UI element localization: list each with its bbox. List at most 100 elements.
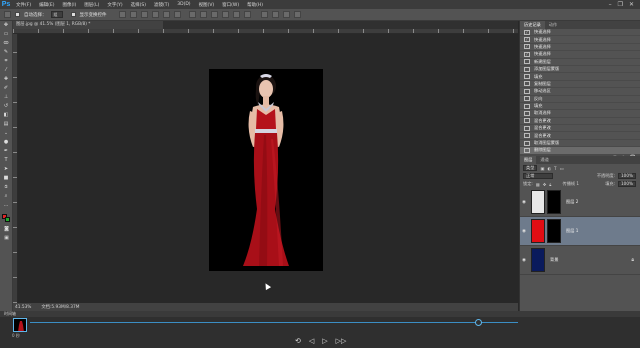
move-tool-icon[interactable]: ✥ (2, 21, 11, 29)
menu-layer[interactable]: 图层(L) (80, 2, 103, 8)
tab-channels[interactable]: 通道 (536, 156, 552, 164)
layer-thumbnail[interactable] (531, 248, 545, 272)
menu-file[interactable]: 文件(F) (12, 2, 35, 8)
marquee-tool-icon[interactable]: ▭ (2, 30, 11, 38)
align-center-icon[interactable] (162, 11, 170, 18)
menu-help[interactable]: 帮助(H) (243, 2, 267, 8)
propagate-label[interactable]: 传播帧 1 (563, 181, 580, 187)
kind-filter-dropdown[interactable]: 类型 (523, 165, 538, 171)
history-item[interactable]: 取消选择 (520, 110, 640, 118)
brush-tool-icon[interactable]: ✐ (2, 84, 11, 92)
healing-tool-icon[interactable]: ✚ (2, 75, 11, 83)
layer-mask-thumbnail[interactable] (547, 219, 561, 243)
history-item[interactable]: 填充 (520, 73, 640, 81)
dodge-tool-icon[interactable]: ● (2, 138, 11, 146)
menu-image[interactable]: 图像(I) (58, 2, 80, 8)
history-item[interactable]: / 快速选择 (520, 36, 640, 44)
filter-adjust-icon[interactable]: ◐ (547, 166, 551, 171)
document-tab[interactable]: 图层.jpg @ 41.5% (图层 1, RGB/8) * (13, 21, 163, 29)
quick-select-tool-icon[interactable]: ✎ (2, 48, 11, 56)
layer-name[interactable]: 图层 2 (566, 199, 578, 205)
layer-row[interactable]: ◉ 图层 1 (520, 217, 640, 246)
filter-pixel-icon[interactable]: ▣ (540, 166, 544, 171)
tab-layers[interactable]: 图层 (520, 156, 537, 164)
layer-row[interactable]: ◉ 图层 2 (520, 188, 640, 217)
restore-button[interactable]: ❐ (618, 1, 623, 8)
more-tools-icon[interactable]: … (2, 201, 11, 209)
timeline-zoom-handle[interactable] (475, 319, 482, 326)
show-transform-checkbox[interactable] (70, 12, 76, 17)
blur-tool-icon[interactable]: 💧︎ (2, 129, 11, 137)
distribute-right-icon[interactable] (243, 11, 251, 18)
lasso-tool-icon[interactable]: ꝏ (2, 39, 11, 47)
align-left-icon[interactable] (151, 11, 159, 18)
layer-thumbnail[interactable] (531, 190, 545, 214)
align-middle-icon[interactable] (129, 11, 137, 18)
eraser-tool-icon[interactable]: ◧ (2, 111, 11, 119)
tab-actions[interactable]: 动作 (545, 21, 561, 29)
quick-mask-icon[interactable]: ◙ (2, 225, 11, 233)
menu-window[interactable]: 窗口(W) (218, 2, 243, 8)
zoom-level[interactable]: 41.53% (15, 305, 31, 310)
background-color-swatch[interactable] (5, 217, 10, 222)
3d-rotate-icon[interactable] (271, 11, 279, 18)
close-button[interactable]: ✕ (629, 1, 634, 8)
eyedropper-tool-icon[interactable]: ⁄ (2, 66, 11, 74)
align-right-icon[interactable] (173, 11, 181, 18)
loop-icon[interactable]: ⟲ (295, 337, 301, 345)
distribute-bottom-icon[interactable] (210, 11, 218, 18)
visibility-eye-icon[interactable]: ◉ (520, 258, 528, 263)
type-tool-icon[interactable]: T (2, 156, 11, 164)
next-frame-icon[interactable]: ▷▷ (336, 337, 347, 345)
history-item[interactable]: 混合更改 (520, 125, 640, 133)
filter-type-icon[interactable]: T (554, 166, 557, 171)
layer-mask-thumbnail[interactable] (547, 190, 561, 214)
menu-3d[interactable]: 3D(D) (173, 2, 194, 7)
history-item[interactable]: 添加图层蒙版 (520, 66, 640, 74)
menu-filter[interactable]: 滤镜(T) (150, 2, 173, 8)
hand-tool-icon[interactable]: ✋︎ (2, 183, 11, 191)
visibility-eye-icon[interactable]: ◉ (520, 229, 528, 234)
menu-edit[interactable]: 编辑(E) (35, 2, 58, 8)
auto-select-dropdown[interactable]: 组 (50, 11, 63, 18)
history-brush-tool-icon[interactable]: ↺ (2, 102, 11, 110)
menu-view[interactable]: 视图(V) (195, 2, 219, 8)
shape-tool-icon[interactable]: ■ (2, 174, 11, 182)
tab-history[interactable]: 历史记录 (520, 21, 545, 29)
distribute-center-icon[interactable] (232, 11, 240, 18)
history-item[interactable]: / 快速选择 (520, 29, 640, 37)
frame-delay-label[interactable]: 0 秒 (12, 333, 20, 339)
distribute-left-icon[interactable] (221, 11, 229, 18)
layer-name[interactable]: 图层 1 (566, 228, 578, 234)
path-select-tool-icon[interactable]: ➤ (2, 165, 11, 173)
menu-select[interactable]: 选择(S) (127, 2, 150, 8)
align-top-icon[interactable] (118, 11, 126, 18)
3d-mode-icon[interactable] (260, 11, 268, 18)
history-item[interactable]: 新建图层 (520, 59, 640, 66)
screen-mode-icon[interactable]: ▣ (2, 234, 11, 242)
history-item[interactable]: 移动选区 (520, 88, 640, 96)
stamp-tool-icon[interactable]: ⊥ (2, 93, 11, 101)
pen-tool-icon[interactable]: ✒ (2, 147, 11, 155)
lock-all-icon[interactable]: 🔒︎ (549, 182, 551, 187)
opacity-input[interactable]: 100% (618, 173, 636, 179)
history-item[interactable]: / 快速选择 (520, 51, 640, 59)
lock-pixels-icon[interactable]: ▦ (536, 182, 540, 187)
3d-pan-icon[interactable] (282, 11, 290, 18)
visibility-eye-icon[interactable]: ◉ (520, 200, 528, 205)
blend-mode-dropdown[interactable]: 正常 (523, 173, 553, 179)
layer-name[interactable]: 背景 (550, 257, 558, 263)
fill-input[interactable]: 100% (618, 181, 636, 187)
history-item[interactable]: 删除图层 (520, 147, 640, 155)
distribute-top-icon[interactable] (188, 11, 196, 18)
layer-row[interactable]: ◉ 背景 🔒︎ (520, 246, 640, 275)
history-item[interactable]: 混合更改 (520, 118, 640, 126)
timeline-frame-thumbnail[interactable] (13, 318, 27, 332)
lock-position-icon[interactable]: ✥ (543, 182, 547, 187)
crop-tool-icon[interactable]: ⌗ (2, 57, 11, 65)
distribute-middle-icon[interactable] (199, 11, 207, 18)
move-tool-preset-button[interactable] (4, 11, 11, 18)
play-icon[interactable]: ▷ (322, 337, 327, 345)
auto-select-checkbox[interactable] (15, 12, 20, 17)
layer-thumbnail[interactable] (531, 219, 545, 243)
